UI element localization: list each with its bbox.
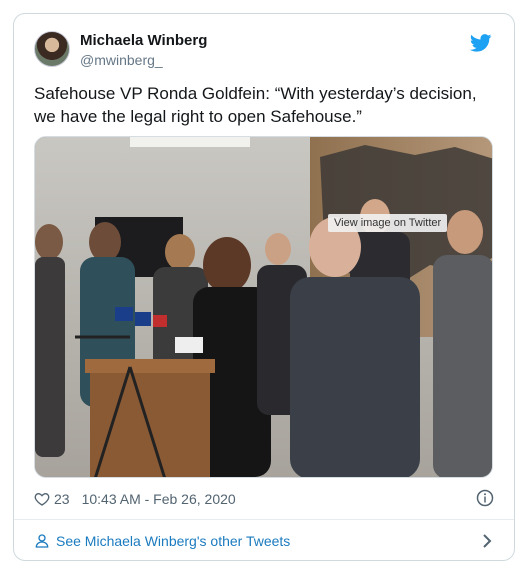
footer-divider	[14, 519, 514, 520]
tweet-photo[interactable]: View image on Twitter	[34, 136, 493, 478]
author-handle[interactable]: @mwinberg_	[80, 52, 163, 68]
view-image-badge[interactable]: View image on Twitter	[328, 214, 448, 232]
tweet-footer[interactable]: See Michaela Winberg's other Tweets	[34, 530, 494, 552]
author-name[interactable]: Michaela Winberg	[80, 32, 207, 49]
tweet-header: Michaela Winberg @mwinberg_	[34, 31, 494, 73]
chevron-right-icon[interactable]	[480, 533, 494, 549]
see-other-tweets-link[interactable]: See Michaela Winberg's other Tweets	[56, 533, 290, 549]
avatar[interactable]	[34, 31, 70, 67]
twitter-bird-icon[interactable]	[470, 34, 492, 52]
info-icon[interactable]	[476, 489, 494, 507]
tweet-text: Safehouse VP Ronda Goldfein: “With yeste…	[34, 84, 477, 126]
tweet-meta: 23 10:43 AM - Feb 26, 2020	[34, 489, 236, 509]
like-count[interactable]: 23	[54, 491, 70, 507]
tweet-card: Michaela Winberg @mwinberg_ Safehouse VP…	[13, 13, 515, 561]
press-conference-photo	[35, 137, 492, 477]
tweet-timestamp[interactable]: 10:43 AM - Feb 26, 2020	[82, 491, 236, 507]
person-icon	[35, 534, 49, 548]
heart-icon[interactable]	[34, 491, 50, 507]
